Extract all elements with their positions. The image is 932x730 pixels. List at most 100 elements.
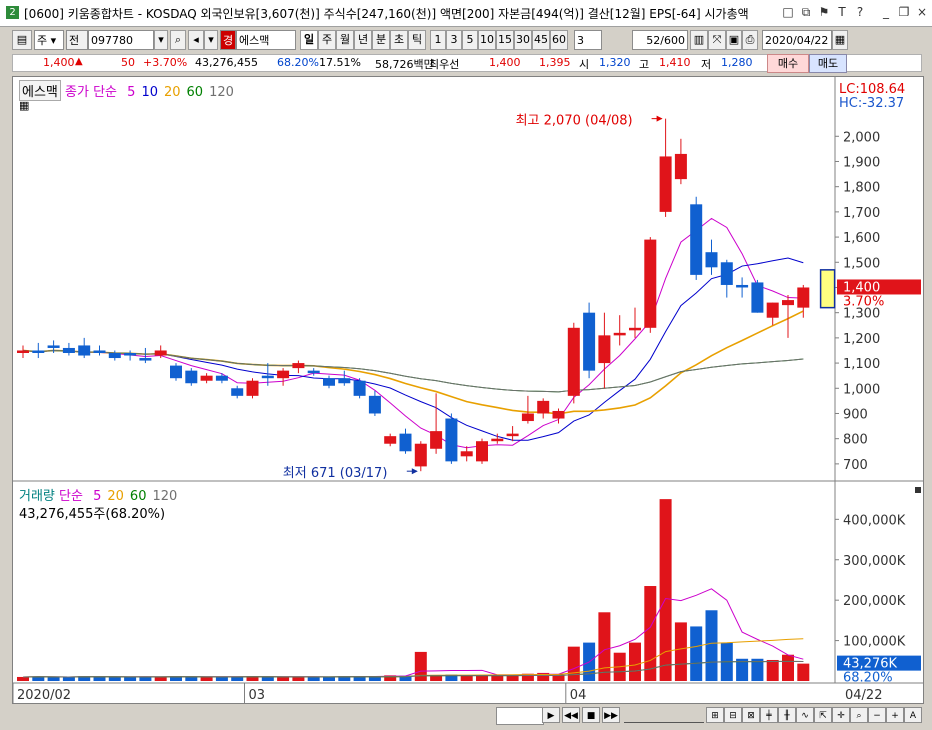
period-button[interactable]: 년 xyxy=(354,30,372,50)
candle-body[interactable] xyxy=(399,433,412,452)
candle-body[interactable] xyxy=(736,284,749,288)
buy-button[interactable]: 매수 xyxy=(767,54,809,73)
volume-bar[interactable] xyxy=(751,658,764,681)
candle-body[interactable] xyxy=(78,345,91,356)
grid-menu-icon[interactable]: ▤ xyxy=(12,30,32,50)
volume-bar[interactable] xyxy=(782,654,794,681)
zoom-icon[interactable]: ⌕ xyxy=(850,707,868,723)
zoom-in-icon[interactable]: + xyxy=(886,707,904,723)
candle-body[interactable] xyxy=(598,335,611,364)
candle-body[interactable] xyxy=(751,282,764,313)
text-icon[interactable]: T xyxy=(834,4,850,20)
candle-body[interactable] xyxy=(797,287,810,308)
period-select[interactable]: 주 ▾ xyxy=(34,30,64,50)
candle-body[interactable] xyxy=(47,345,60,348)
chart-svg[interactable]: 2,0001,9001,8001,7001,6001,5001,4001,300… xyxy=(13,77,923,703)
save-icon[interactable]: ▣ xyxy=(726,30,742,50)
volume-bar[interactable] xyxy=(261,676,274,681)
candle-body[interactable] xyxy=(445,418,458,462)
volume-bar[interactable] xyxy=(47,676,60,681)
candle-body[interactable] xyxy=(782,300,794,306)
interval-button[interactable]: 1 xyxy=(430,30,446,50)
volume-bar[interactable] xyxy=(644,586,657,681)
pointer-icon[interactable]: ⇱ xyxy=(814,707,832,723)
window-icon-2[interactable]: ⧉ xyxy=(798,4,814,20)
candle-body[interactable] xyxy=(185,370,198,384)
volume-bar[interactable] xyxy=(62,677,75,681)
candle-body[interactable] xyxy=(368,395,381,414)
volume-bar[interactable] xyxy=(460,675,473,681)
candle-body[interactable] xyxy=(552,410,565,419)
next-stock-icon[interactable]: ▾ xyxy=(204,30,218,50)
interval-button[interactable]: 5 xyxy=(462,30,478,50)
code-input[interactable]: 097780 xyxy=(88,30,154,50)
chart-type-icon-3[interactable]: ⊠ xyxy=(742,707,760,723)
interval-button[interactable]: 10 xyxy=(478,30,496,50)
stop-icon[interactable]: ■ xyxy=(582,707,600,723)
scroll-right-icon[interactable]: ▶ xyxy=(542,707,560,723)
candle-body[interactable] xyxy=(491,438,504,442)
candle-body[interactable] xyxy=(644,239,657,328)
candle-body[interactable] xyxy=(231,388,244,396)
chart-type-icon-2[interactable]: ⊟ xyxy=(724,707,742,723)
prev-stock-icon[interactable]: ◂ xyxy=(188,30,204,50)
candle-body[interactable] xyxy=(476,441,488,462)
candle-body[interactable] xyxy=(277,370,290,379)
candle-body[interactable] xyxy=(613,332,626,336)
candle-body[interactable] xyxy=(17,350,29,353)
market-select[interactable]: 전 xyxy=(66,30,88,50)
interval-button[interactable]: 15 xyxy=(496,30,514,50)
candle-body[interactable] xyxy=(705,252,718,268)
volume-bar[interactable] xyxy=(598,612,611,681)
help-icon[interactable]: ? xyxy=(852,4,868,20)
candle-body[interactable] xyxy=(537,400,550,414)
period-button[interactable]: 분 xyxy=(372,30,390,50)
period-button[interactable]: 주 xyxy=(318,30,336,50)
volume-bar[interactable] xyxy=(690,626,703,681)
volume-bar[interactable] xyxy=(705,610,718,681)
chart-area[interactable]: 2,0001,9001,8001,7001,6001,5001,4001,300… xyxy=(12,76,924,704)
candle-body[interactable] xyxy=(32,350,45,353)
candle-body[interactable] xyxy=(338,378,351,384)
line-icon[interactable]: ∿ xyxy=(796,707,814,723)
candle-body[interactable] xyxy=(246,380,259,396)
text-tool-icon[interactable]: A xyxy=(904,707,922,723)
candle-body[interactable] xyxy=(460,451,473,457)
candle-body[interactable] xyxy=(430,431,443,449)
candle-body[interactable] xyxy=(720,262,733,285)
zoom-slider[interactable] xyxy=(624,708,704,723)
price-legend-period[interactable]: 5 xyxy=(127,85,135,100)
chart-icon[interactable]: ▥ xyxy=(690,30,708,50)
volume-bar[interactable] xyxy=(414,651,427,681)
candle-icon[interactable]: ╪ xyxy=(760,707,778,723)
search-icon[interactable]: ⌕ xyxy=(170,30,186,50)
candle-body[interactable] xyxy=(567,327,580,396)
tool-icon[interactable]: ⤧ xyxy=(708,30,726,50)
volume-bar[interactable] xyxy=(629,642,641,681)
volume-legend-period[interactable]: 120 xyxy=(152,489,177,504)
volume-legend-period[interactable]: 5 xyxy=(93,489,101,504)
scroll-track[interactable] xyxy=(496,707,544,725)
volume-bar[interactable] xyxy=(277,677,290,681)
candle-body[interactable] xyxy=(414,443,427,467)
candle-body[interactable] xyxy=(139,358,152,361)
pin-icon[interactable]: ⚑ xyxy=(816,4,832,20)
price-legend-period[interactable]: 120 xyxy=(209,85,234,100)
period-button[interactable]: 초 xyxy=(390,30,408,50)
candle-body[interactable] xyxy=(108,353,121,359)
candle-body[interactable] xyxy=(93,350,106,353)
period-button[interactable]: 월 xyxy=(336,30,354,50)
volume-legend-period[interactable]: 20 xyxy=(107,489,124,504)
sell-button[interactable]: 매도 xyxy=(809,54,847,73)
candle-body[interactable] xyxy=(766,302,779,318)
candle-body[interactable] xyxy=(62,347,75,353)
interval-button[interactable]: 45 xyxy=(532,30,550,50)
rewind-icon[interactable]: ◀◀ xyxy=(562,707,580,723)
volume-bar[interactable] xyxy=(124,677,137,681)
candle-body[interactable] xyxy=(215,375,228,381)
candle-body[interactable] xyxy=(659,156,672,212)
volume-bar[interactable] xyxy=(506,675,519,681)
candle-body[interactable] xyxy=(384,436,397,444)
date-input[interactable]: 2020/04/22 xyxy=(762,30,832,50)
price-legend-period[interactable]: 10 xyxy=(141,85,158,100)
